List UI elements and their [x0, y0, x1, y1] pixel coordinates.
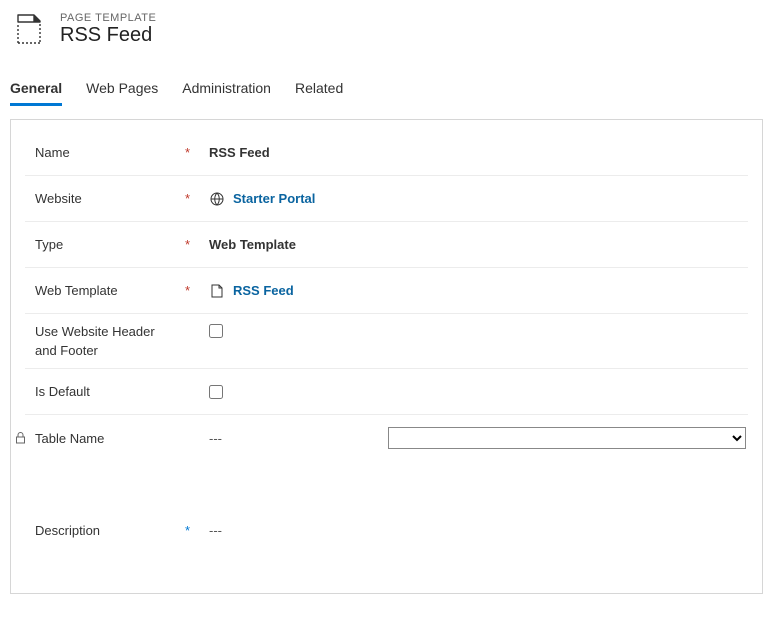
required-indicator: * — [185, 145, 209, 160]
spacer — [25, 461, 748, 507]
is-default-label: Is Default — [35, 384, 90, 399]
field-web-template: Web Template * RSS Feed — [25, 268, 748, 314]
entity-type-label: PAGE TEMPLATE — [60, 12, 156, 24]
field-description: Description * --- — [25, 507, 748, 553]
description-value[interactable]: --- — [209, 523, 222, 538]
tab-administration[interactable]: Administration — [182, 76, 271, 104]
type-value[interactable]: Web Template — [209, 237, 296, 252]
use-header-footer-label-line1: Use Website Header — [35, 324, 155, 339]
record-title: RSS Feed — [60, 24, 156, 47]
field-website: Website * Starter Portal — [25, 176, 748, 222]
record-header: PAGE TEMPLATE RSS Feed — [10, 10, 763, 48]
table-name-label: Table Name — [35, 431, 104, 446]
form-panel: Name * RSS Feed Website * Starter Portal… — [10, 119, 763, 594]
field-table-name: Table Name --- — [25, 415, 748, 461]
web-template-lookup-value[interactable]: RSS Feed — [233, 283, 294, 298]
tab-related[interactable]: Related — [295, 76, 343, 104]
lock-icon — [15, 432, 29, 444]
required-indicator: * — [185, 237, 209, 252]
type-label: Type — [35, 237, 63, 252]
field-type: Type * Web Template — [25, 222, 748, 268]
tab-web-pages[interactable]: Web Pages — [86, 76, 158, 104]
form-tabs: General Web Pages Administration Related — [10, 76, 763, 105]
tab-general[interactable]: General — [10, 76, 62, 104]
field-use-header-footer: Use Website Header and Footer — [25, 314, 748, 369]
use-header-footer-label-line2: and Footer — [35, 343, 98, 358]
use-header-footer-checkbox[interactable] — [209, 324, 223, 338]
table-name-select[interactable] — [388, 427, 746, 449]
field-name: Name * RSS Feed — [25, 130, 748, 176]
table-name-value: --- — [209, 431, 222, 446]
document-icon — [209, 283, 225, 299]
website-label: Website — [35, 191, 82, 206]
recommended-indicator: * — [185, 523, 209, 538]
required-indicator: * — [185, 283, 209, 298]
page-template-icon — [10, 10, 48, 48]
description-label: Description — [35, 523, 100, 538]
is-default-checkbox[interactable] — [209, 385, 223, 399]
globe-icon — [209, 191, 225, 207]
web-template-label: Web Template — [35, 283, 118, 298]
website-lookup-value[interactable]: Starter Portal — [233, 191, 315, 206]
required-indicator: * — [185, 191, 209, 206]
name-label: Name — [35, 145, 70, 160]
name-value[interactable]: RSS Feed — [209, 145, 270, 160]
field-is-default: Is Default — [25, 369, 748, 415]
